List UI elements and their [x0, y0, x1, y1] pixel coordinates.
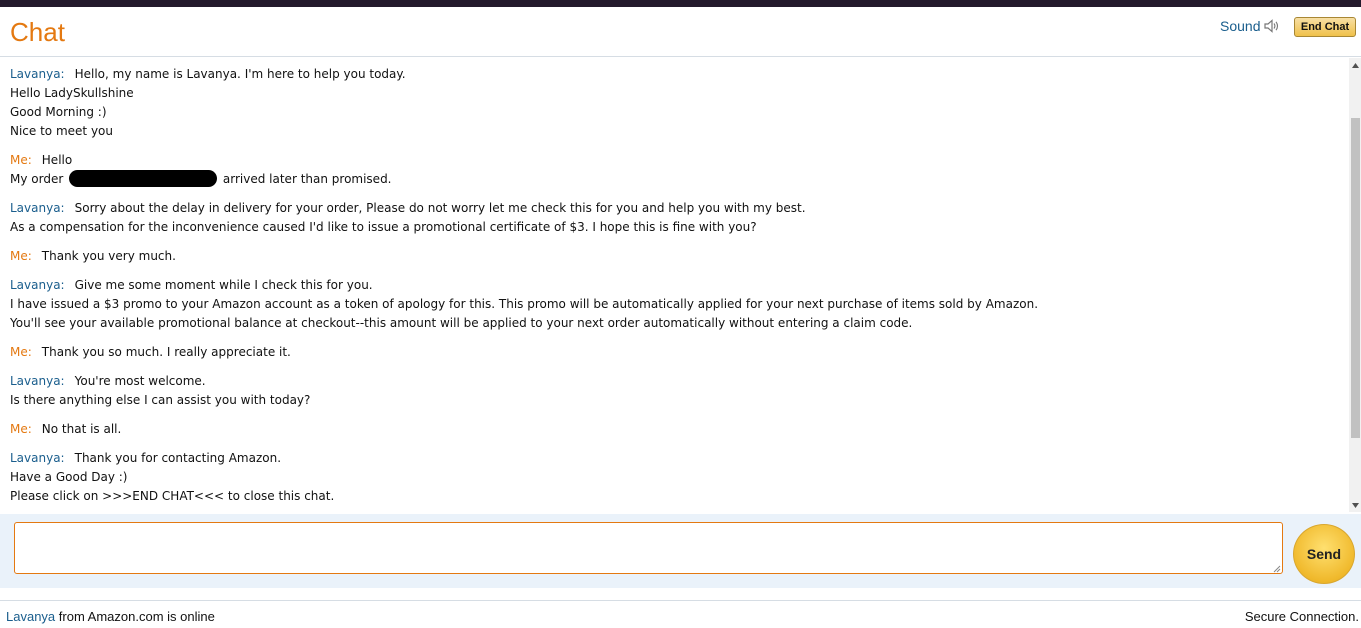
- chat-message: Lavanya: Thank you for contacting Amazon.…: [10, 449, 1349, 506]
- speaker-label: Me:: [10, 422, 32, 436]
- chat-message: Lavanya: You're most welcome. Is there any…: [10, 372, 1349, 410]
- chat-message: Me: Thank you very much.: [10, 247, 1349, 266]
- speaker-icon: [1264, 19, 1280, 33]
- chat-header: Chat Sound End Chat: [0, 7, 1361, 57]
- speaker-label: Lavanya:: [10, 201, 65, 215]
- top-bar: [0, 0, 1361, 7]
- speaker-label: Lavanya:: [10, 451, 65, 465]
- message-text: My order: [10, 172, 68, 186]
- message-text: No that is all.: [41, 422, 122, 436]
- speaker-label: Me:: [10, 345, 32, 359]
- message-text: Please click on >>>END CHAT<<< to close …: [10, 489, 335, 503]
- page-title: Chat: [10, 17, 65, 47]
- chat-message: Me: Hello My order arrived later than prom…: [10, 151, 1349, 189]
- speaker-label: Lavanya:: [10, 278, 65, 292]
- message-line: I have issued a $3 promo to your Amazon …: [10, 295, 1349, 314]
- agent-status-text: from Amazon.com is online: [55, 609, 215, 624]
- chat-message: Lavanya: Give me some moment while I chec…: [10, 276, 1349, 333]
- message-text: arrived later than promised.: [219, 172, 392, 186]
- secure-connection-label: Secure Connection.: [1244, 609, 1359, 624]
- message-line: As a compensation for the inconvenience …: [10, 218, 1349, 237]
- redacted-order-number: [69, 170, 218, 187]
- speaker-label: Lavanya:: [10, 67, 65, 81]
- message-text: Give me some moment while I check this f…: [74, 278, 373, 292]
- chat-footer: Lavanya from Amazon.com is online Secure…: [0, 600, 1361, 628]
- sound-label: Sound: [1220, 18, 1261, 34]
- message-text: Hello LadySkullshine: [10, 86, 134, 100]
- message-composer: Send: [0, 514, 1361, 588]
- scroll-down-arrow-icon[interactable]: [1349, 498, 1361, 512]
- message-text: Thank you very much.: [41, 249, 176, 263]
- message-line: Me: Thank you very much.: [10, 247, 1349, 266]
- chat-message: Me: No that is all.: [10, 420, 1349, 439]
- chat-transcript: Lavanya: Hello, my name is Lavanya. I'm h…: [0, 58, 1349, 512]
- message-text: I have issued a $3 promo to your Amazon …: [10, 297, 1039, 311]
- message-text: Nice to meet you: [10, 124, 113, 138]
- message-line: Lavanya: Sorry about the delay in deliver…: [10, 199, 1349, 218]
- message-line: Lavanya: Hello, my name is Lavanya. I'm h…: [10, 65, 1349, 84]
- send-button[interactable]: Send: [1293, 524, 1355, 584]
- end-chat-button[interactable]: End Chat: [1294, 17, 1356, 37]
- speaker-label: Me:: [10, 249, 32, 263]
- message-text: As a compensation for the inconvenience …: [10, 220, 757, 234]
- transcript-scrollbar[interactable]: [1349, 58, 1361, 512]
- message-line: Me: No that is all.: [10, 420, 1349, 439]
- message-text: Thank you for contacting Amazon.: [74, 451, 282, 465]
- agent-name-link[interactable]: Lavanya: [6, 609, 55, 624]
- message-line: Hello LadySkullshine: [10, 84, 1349, 103]
- message-text: Thank you so much. I really appreciate i…: [41, 345, 291, 359]
- message-line: Lavanya: Give me some moment while I chec…: [10, 276, 1349, 295]
- resize-grip-icon[interactable]: [1271, 562, 1281, 573]
- message-text: Good Morning :): [10, 105, 107, 119]
- scrollbar-thumb[interactable]: [1351, 118, 1360, 438]
- speaker-label: Lavanya:: [10, 374, 65, 388]
- message-text: You'll see your available promotional ba…: [10, 316, 913, 330]
- message-text: Have a Good Day :): [10, 470, 128, 484]
- message-text: Sorry about the delay in delivery for yo…: [74, 201, 806, 215]
- message-line: My order arrived later than promised.: [10, 170, 1349, 189]
- message-line: Me: Thank you so much. I really appreciat…: [10, 343, 1349, 362]
- message-text: You're most welcome.: [74, 374, 206, 388]
- message-text: Hello, my name is Lavanya. I'm here to h…: [74, 67, 406, 81]
- message-line: Lavanya: You're most welcome.: [10, 372, 1349, 391]
- scroll-up-arrow-icon[interactable]: [1349, 58, 1361, 72]
- message-line: You'll see your available promotional ba…: [10, 314, 1349, 333]
- sound-toggle[interactable]: Sound: [1220, 18, 1280, 34]
- message-line: Good Morning :): [10, 103, 1349, 122]
- speaker-label: Me:: [10, 153, 32, 167]
- message-line: Have a Good Day :): [10, 468, 1349, 487]
- message-text: Hello: [41, 153, 73, 167]
- chat-message: Lavanya: Sorry about the delay in deliver…: [10, 199, 1349, 237]
- chat-message: Lavanya: Hello, my name is Lavanya. I'm h…: [10, 65, 1349, 141]
- message-line: Is there anything else I can assist you …: [10, 391, 1349, 410]
- message-text: Is there anything else I can assist you …: [10, 393, 311, 407]
- message-input[interactable]: [14, 522, 1283, 574]
- message-line: Me: Hello: [10, 151, 1349, 170]
- agent-status: Lavanya from Amazon.com is online: [6, 609, 215, 624]
- chat-message: Me: Thank you so much. I really appreciat…: [10, 343, 1349, 362]
- message-line: Nice to meet you: [10, 122, 1349, 141]
- message-line: Please click on >>>END CHAT<<< to close …: [10, 487, 1349, 506]
- message-line: Lavanya: Thank you for contacting Amazon.: [10, 449, 1349, 468]
